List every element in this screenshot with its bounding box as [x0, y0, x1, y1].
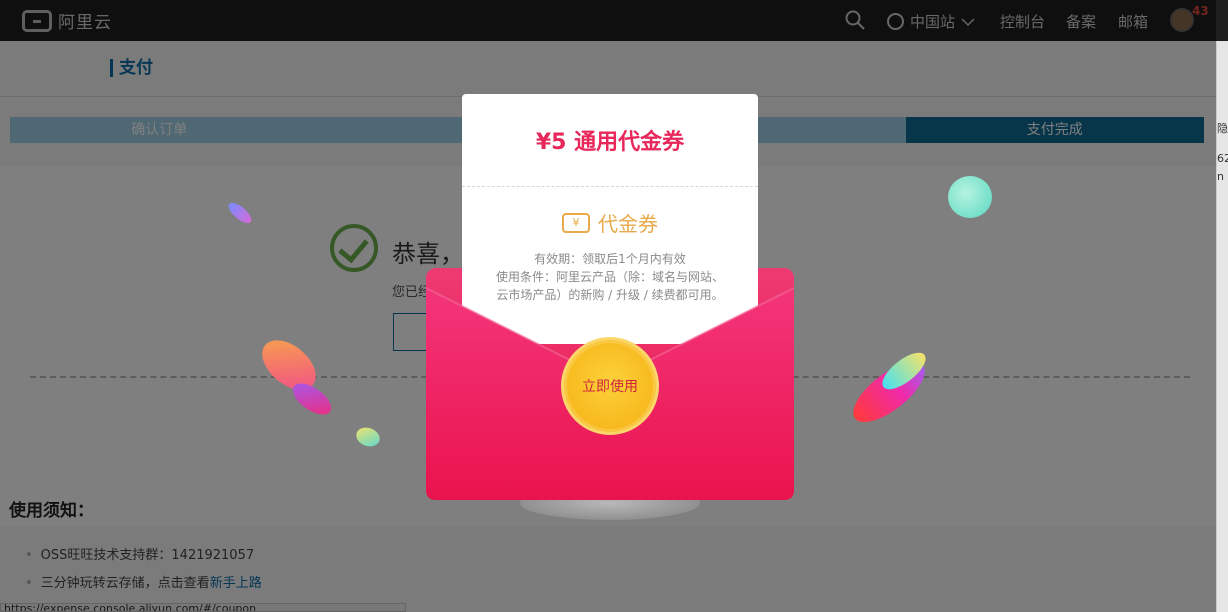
coupon-type-row: ¥ 代金券 [462, 208, 758, 237]
confetti-blob [948, 176, 992, 218]
side-hint-text: n [1217, 170, 1224, 183]
coupon-card: ¥5 通用代金券 ¥ 代金券 有效期：领取后1个月内有效 使用条件：阿里云产品（… [462, 94, 758, 344]
side-hint-text: 62 [1217, 152, 1228, 165]
coupon-label: 代金券 [598, 212, 658, 236]
coupon-validity: 有效期：领取后1个月内有效 [534, 252, 686, 266]
side-hint-text: 隐 [1217, 122, 1228, 135]
ticket-icon: ¥ [562, 212, 590, 233]
coupon-amount-title: ¥5 通用代金券 [535, 130, 685, 155]
coupon-conditions: 使用条件：阿里云产品（除：域名与网站、云市场产品）的新购 / 升级 / 续费都可… [495, 270, 724, 302]
coupon-description: 有效期：领取后1个月内有效 使用条件：阿里云产品（除：域名与网站、云市场产品）的… [494, 250, 726, 304]
coupon-header: ¥5 通用代金券 [462, 94, 758, 187]
use-now-button[interactable]: 立即使用 [561, 337, 659, 435]
